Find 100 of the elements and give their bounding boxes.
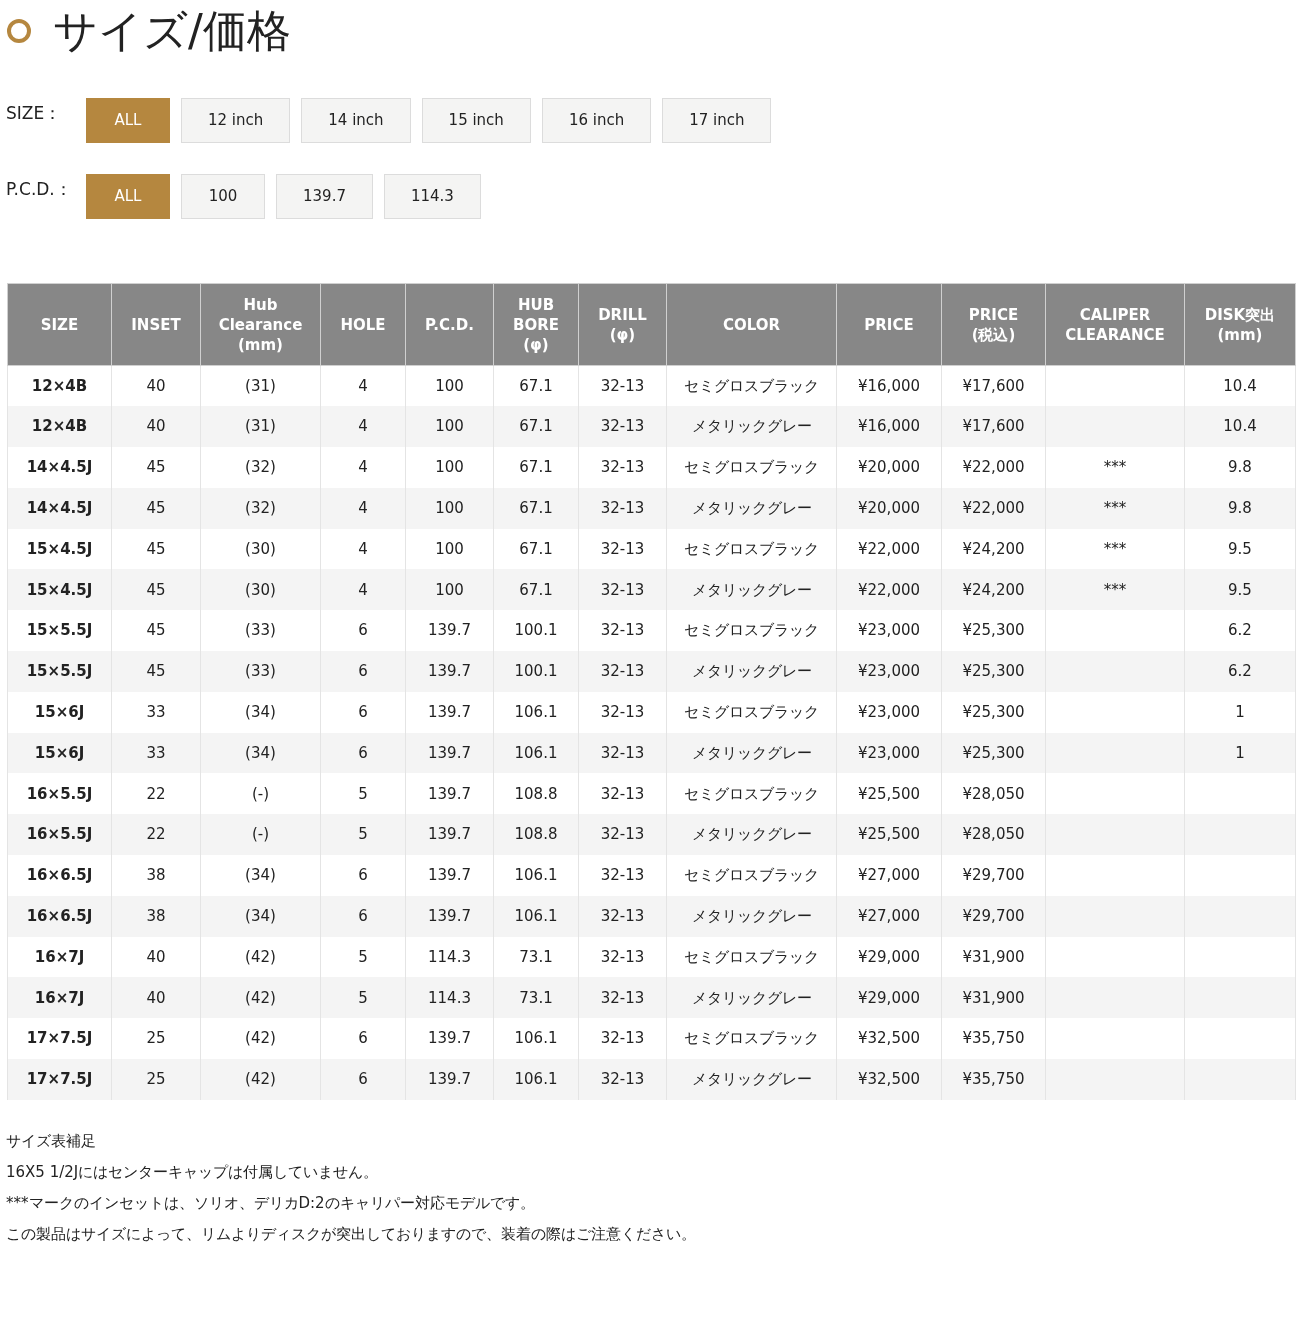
table-cell: 45 bbox=[111, 447, 201, 488]
table-cell: 25 bbox=[111, 1059, 201, 1100]
table-cell: 32-13 bbox=[578, 487, 667, 529]
table-cell: セミグロスブラック bbox=[666, 855, 837, 896]
table-cell: 32-13 bbox=[578, 895, 667, 937]
table-cell: メタリックグレー bbox=[666, 895, 837, 937]
filter-button[interactable]: 15 inch bbox=[421, 98, 531, 143]
table-cell: 139.7 bbox=[405, 855, 494, 896]
table-cell: 14×4.5J bbox=[7, 447, 112, 488]
table-cell: 6 bbox=[320, 651, 406, 692]
filter-label: SIZE： bbox=[6, 102, 63, 125]
table-cell: (42) bbox=[200, 1059, 321, 1100]
table-cell: ¥22,000 bbox=[941, 447, 1046, 488]
table-cell: 32-13 bbox=[578, 691, 667, 733]
column-header: SIZE bbox=[7, 283, 112, 366]
column-header: HUB BORE (φ) bbox=[493, 283, 579, 366]
table-cell: 15×5.5J bbox=[7, 651, 112, 692]
column-header: DISK突出 (mm) bbox=[1184, 283, 1296, 366]
table-cell: 106.1 bbox=[493, 1059, 579, 1100]
filter-button[interactable]: 16 inch bbox=[541, 98, 652, 143]
column-header: DRILL (φ) bbox=[578, 283, 667, 366]
table-cell: メタリックグレー bbox=[666, 1059, 837, 1100]
table-cell: 106.1 bbox=[493, 691, 579, 733]
table-cell: 38 bbox=[111, 855, 201, 896]
column-header: P.C.D. bbox=[405, 283, 494, 366]
table-cell: ¥27,000 bbox=[836, 855, 942, 896]
table-cell: 139.7 bbox=[405, 895, 494, 937]
table-cell: セミグロスブラック bbox=[666, 691, 837, 733]
table-cell: 32-13 bbox=[578, 447, 667, 488]
column-header: COLOR bbox=[666, 283, 837, 366]
column-header: INSET bbox=[111, 283, 201, 366]
table-cell: ¥25,300 bbox=[941, 691, 1046, 733]
table-cell: (34) bbox=[200, 691, 321, 733]
column-header: HOLE bbox=[320, 283, 406, 366]
table-cell: (34) bbox=[200, 855, 321, 896]
table-cell: 32-13 bbox=[578, 855, 667, 896]
table-cell: 106.1 bbox=[493, 855, 579, 896]
filter-button[interactable]: 14 inch bbox=[301, 98, 411, 143]
table-cell: セミグロスブラック bbox=[666, 447, 837, 488]
table-cell: 9.8 bbox=[1184, 487, 1296, 529]
table-cell: 32-13 bbox=[578, 1059, 667, 1100]
table-cell: 32-13 bbox=[578, 651, 667, 692]
table-cell: 6 bbox=[320, 855, 406, 896]
filter-button[interactable]: 12 inch bbox=[181, 98, 291, 143]
table-cell: ¥20,000 bbox=[836, 487, 942, 529]
table-cell: 6 bbox=[320, 1059, 406, 1100]
filter-button[interactable]: 139.7 bbox=[276, 174, 373, 219]
table-cell: 45 bbox=[111, 487, 201, 529]
table-cell: 100 bbox=[405, 487, 494, 529]
filter-button[interactable]: 100 bbox=[181, 174, 265, 219]
table-cell: (32) bbox=[200, 447, 321, 488]
table-cell: 33 bbox=[111, 691, 201, 733]
table-cell: ¥23,000 bbox=[836, 651, 942, 692]
table-cell: ¥32,500 bbox=[836, 1059, 942, 1100]
table-cell: 4 bbox=[320, 487, 406, 529]
table-cell: 6 bbox=[320, 895, 406, 937]
table-cell: 139.7 bbox=[405, 1059, 494, 1100]
table-cell: 106.1 bbox=[493, 895, 579, 937]
table-cell: 16×6.5J bbox=[7, 855, 112, 896]
table-cell: 9.8 bbox=[1184, 447, 1296, 488]
column-header: Hub Clearance (mm) bbox=[200, 283, 321, 366]
table-cell: 14×4.5J bbox=[7, 487, 112, 529]
note-text: この製品はサイズによって、リムよりディスクが突出しておりますので、装着の際はご注意ください。 bbox=[6, 1223, 697, 1245]
note-text: 16X5 1/2Jにはセンターキャップは付属していません。 bbox=[6, 1161, 380, 1183]
table-cell: (34) bbox=[200, 895, 321, 937]
table-cell: (33) bbox=[200, 651, 321, 692]
table-cell: 1 bbox=[1184, 691, 1296, 733]
table-cell: ¥20,000 bbox=[836, 447, 942, 488]
table-cell: ¥29,700 bbox=[941, 855, 1046, 896]
table-cell: メタリックグレー bbox=[666, 651, 837, 692]
table-cell: 6 bbox=[320, 691, 406, 733]
page-title: サイズ/価格 bbox=[53, 4, 291, 58]
table-cell: 139.7 bbox=[405, 651, 494, 692]
table-cell: *** bbox=[1045, 447, 1185, 488]
table-cell: 15×6J bbox=[7, 691, 112, 733]
table-cell: ¥25,300 bbox=[941, 651, 1046, 692]
table-cell: 17×7.5J bbox=[7, 1059, 112, 1100]
table-cell: メタリックグレー bbox=[666, 487, 837, 529]
table-cell: 67.1 bbox=[493, 487, 579, 529]
column-header: PRICE (税込) bbox=[941, 283, 1046, 366]
table-cell: 38 bbox=[111, 895, 201, 937]
table-cell: ¥35,750 bbox=[941, 1059, 1046, 1100]
table-cell: 4 bbox=[320, 447, 406, 488]
filter-button[interactable]: 114.3 bbox=[383, 174, 481, 219]
column-header: PRICE bbox=[836, 283, 942, 366]
table-cell: 16×6.5J bbox=[7, 895, 112, 937]
filter-label: P.C.D.： bbox=[6, 178, 73, 201]
table-cell: (32) bbox=[200, 487, 321, 529]
table-cell: *** bbox=[1045, 487, 1185, 529]
note-text: サイズ表補足 bbox=[6, 1130, 97, 1152]
table-cell: ¥22,000 bbox=[941, 487, 1046, 529]
filter-button[interactable]: 17 inch bbox=[662, 98, 772, 143]
table-cell: 139.7 bbox=[405, 691, 494, 733]
column-header: CALIPER CLEARANCE bbox=[1045, 283, 1185, 366]
table-cell: ¥29,700 bbox=[941, 895, 1046, 937]
table-cell: 100.1 bbox=[493, 651, 579, 692]
table-cell: ¥23,000 bbox=[836, 691, 942, 733]
table-cell: 67.1 bbox=[493, 447, 579, 488]
table-cell: 100 bbox=[405, 447, 494, 488]
table-cell: 45 bbox=[111, 651, 201, 692]
